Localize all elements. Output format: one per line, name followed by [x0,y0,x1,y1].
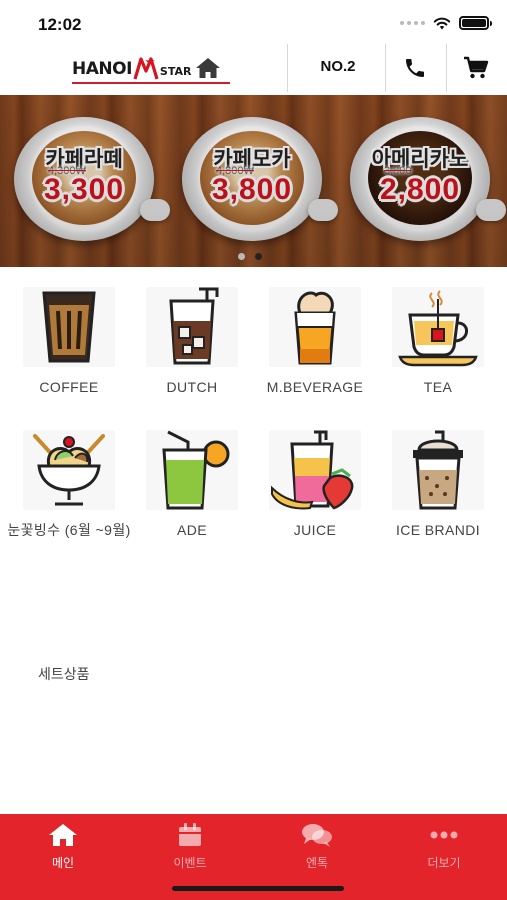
banner-page-indicator [238,253,262,260]
status-time: 12:02 [38,15,82,34]
category-juice[interactable]: JUICE [253,430,377,538]
store-name[interactable]: NO.2 [290,58,386,75]
promo-card[interactable]: 카페모카 4,800₩ 3,800 [172,95,338,267]
tab-label: 메인 [51,856,75,870]
signal-icon [400,21,425,25]
category-label: 눈꽃빙수 (6월 ~9월) [7,522,131,538]
page-dot[interactable] [238,253,245,260]
juice-icon [269,430,361,510]
home-icon [196,58,221,78]
category-ice-brandi[interactable]: ICE BRANDI [376,430,500,538]
set-products-label[interactable]: 세트상품 [38,664,90,684]
category-coffee[interactable]: COFFEE [7,287,131,395]
tab-label: 엔톡 [305,856,329,870]
page-dot-active[interactable] [255,253,262,260]
tab-label: 이벤트 [173,856,207,870]
category-label: ICE BRANDI [395,522,481,538]
tab-talk[interactable]: 엔톡 [254,822,380,871]
category-label: DUTCH [166,379,218,395]
battery-icon [459,16,492,30]
category-ade[interactable]: ADE [130,430,254,538]
category-tea[interactable]: TEA [376,287,500,395]
category-label: JUICE [293,522,337,538]
logo-text-right: STAR [159,65,192,78]
category-label: COFFEE [39,379,99,395]
category-dutch[interactable]: DUTCH [130,287,254,395]
home-indicator [172,886,344,891]
app-header: HANOI STAR NO.2 [0,44,507,94]
promo-price: 3,800 [211,173,293,206]
tab-main[interactable]: 메인 [0,822,126,871]
home-icon [49,824,77,846]
category-label: TEA [423,379,453,395]
category-bingsu[interactable]: 눈꽃빙수 (6월 ~9월) [7,430,131,538]
header-divider [446,44,447,92]
category-m-beverage[interactable]: M.BEVERAGE [253,287,377,395]
ade-glass-icon [146,430,238,510]
iced-drink-icon [146,287,238,367]
brand-logo[interactable]: HANOI STAR [72,52,230,86]
promo-card[interactable]: 카페라떼 4,300₩ 3,300 [4,95,170,267]
call-button[interactable] [387,50,443,86]
tab-event[interactable]: 이벤트 [127,822,253,871]
promo-banner[interactable]: 카페라떼 4,300₩ 3,300 카페모카 4,800₩ 3,800 아메리카… [0,95,507,267]
phone-icon [406,59,424,77]
header-divider [287,44,288,92]
tea-cup-icon [392,287,484,367]
status-bar: 12:02 [0,0,507,44]
promo-price: 3,300 [43,173,125,206]
sundae-icon [23,430,115,510]
more-icon [430,831,458,839]
category-label: ADE [177,522,207,538]
tab-label: 더보기 [427,856,461,870]
logo-underline [72,82,230,84]
logo-star-mark [133,57,159,80]
logo-text-left: HANOI [72,59,132,79]
coffee-glass-icon [23,287,115,367]
frappe-icon [392,430,484,510]
wifi-icon [433,17,451,29]
status-icons [400,16,492,30]
cart-button[interactable] [448,50,504,86]
promo-price: 2,800 [379,173,461,206]
category-label: M.BEVERAGE [266,379,364,395]
header-divider [385,44,386,92]
whipped-drink-icon [269,287,361,367]
tab-more[interactable]: 더보기 [381,822,507,871]
chat-icon [302,824,332,847]
calendar-icon [179,823,201,846]
cart-icon [464,56,489,79]
promo-name: 아메리카노 [371,148,469,171]
promo-card[interactable]: 아메리카노 3,800 2,800 [340,95,506,267]
